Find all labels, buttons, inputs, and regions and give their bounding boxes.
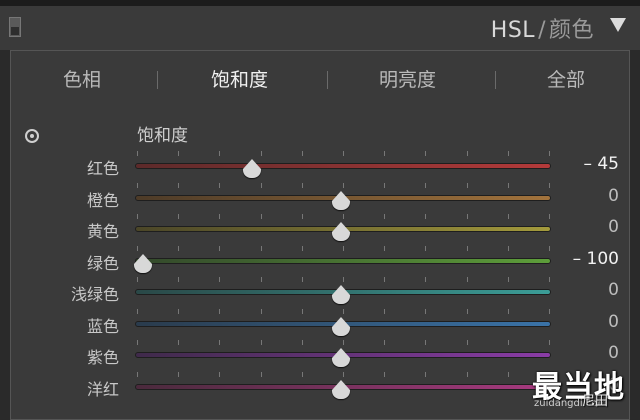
slider-row: 绿色 – 100	[11, 245, 631, 276]
slider-label: 橙色	[86, 190, 119, 210]
slider-row: 浅绿色 0	[11, 277, 631, 307]
slider-ticks	[137, 151, 551, 156]
tab-all[interactable]: 全部	[547, 65, 585, 92]
panel-title-hsl[interactable]: HSL	[491, 18, 535, 43]
panel-header[interactable]: HSL / 颜色	[0, 6, 640, 50]
panel-title-separator: /	[538, 18, 546, 43]
slider-ticks	[137, 371, 551, 377]
slider-value[interactable]: 0	[608, 186, 619, 206]
slider-ticks	[137, 277, 551, 282]
slider-ticks	[137, 214, 551, 219]
slider-value[interactable]: 0	[608, 312, 619, 332]
slider-value[interactable]: – 100	[573, 249, 619, 269]
tab-divider	[327, 71, 328, 89]
slider-ticks	[137, 308, 551, 314]
slider-label: 绿色	[86, 253, 119, 273]
slider-label: 洋红	[86, 379, 119, 399]
tab-hue[interactable]: 色相	[63, 65, 101, 92]
slider-row: 橙色 0	[11, 182, 631, 213]
slider-label: 紫色	[86, 348, 119, 367]
slider-track[interactable]	[135, 163, 551, 169]
slider-ticks	[137, 182, 551, 188]
tab-saturation[interactable]: 饱和度	[211, 65, 268, 92]
tab-luminance[interactable]: 明亮度	[379, 65, 436, 92]
tab-divider	[157, 71, 158, 89]
slider-value[interactable]: 0	[608, 343, 619, 363]
hsl-tabs: 色相 饱和度 明亮度 全部	[11, 51, 631, 103]
slider-ticks	[137, 340, 551, 345]
slider-row: 黄色 0	[11, 214, 631, 244]
watermark-weibo: 尼田	[582, 394, 609, 409]
slider-label: 蓝色	[86, 316, 119, 336]
slider-track[interactable]	[135, 257, 551, 264]
panel-title[interactable]: HSL / 颜色	[491, 12, 594, 44]
target-adjustment-icon[interactable]	[25, 129, 39, 143]
collapse-triangle-icon[interactable]	[610, 18, 626, 32]
panel-title-color[interactable]: 颜色	[549, 18, 594, 43]
slider-row: 红色 – 45	[11, 151, 631, 181]
tab-divider	[495, 71, 496, 89]
slider-value[interactable]: 0	[608, 217, 619, 237]
panel-switch-icon[interactable]	[9, 17, 21, 37]
slider-value[interactable]: 0	[608, 280, 619, 300]
slider-label: 红色	[86, 159, 119, 178]
slider-ticks	[137, 245, 551, 251]
slider-row: 蓝色 0	[11, 308, 631, 339]
section-title: 饱和度	[137, 126, 188, 146]
slider-value[interactable]: – 45	[583, 154, 619, 174]
slider-label: 浅绿色	[70, 285, 119, 304]
slider-label: 黄色	[86, 222, 119, 241]
